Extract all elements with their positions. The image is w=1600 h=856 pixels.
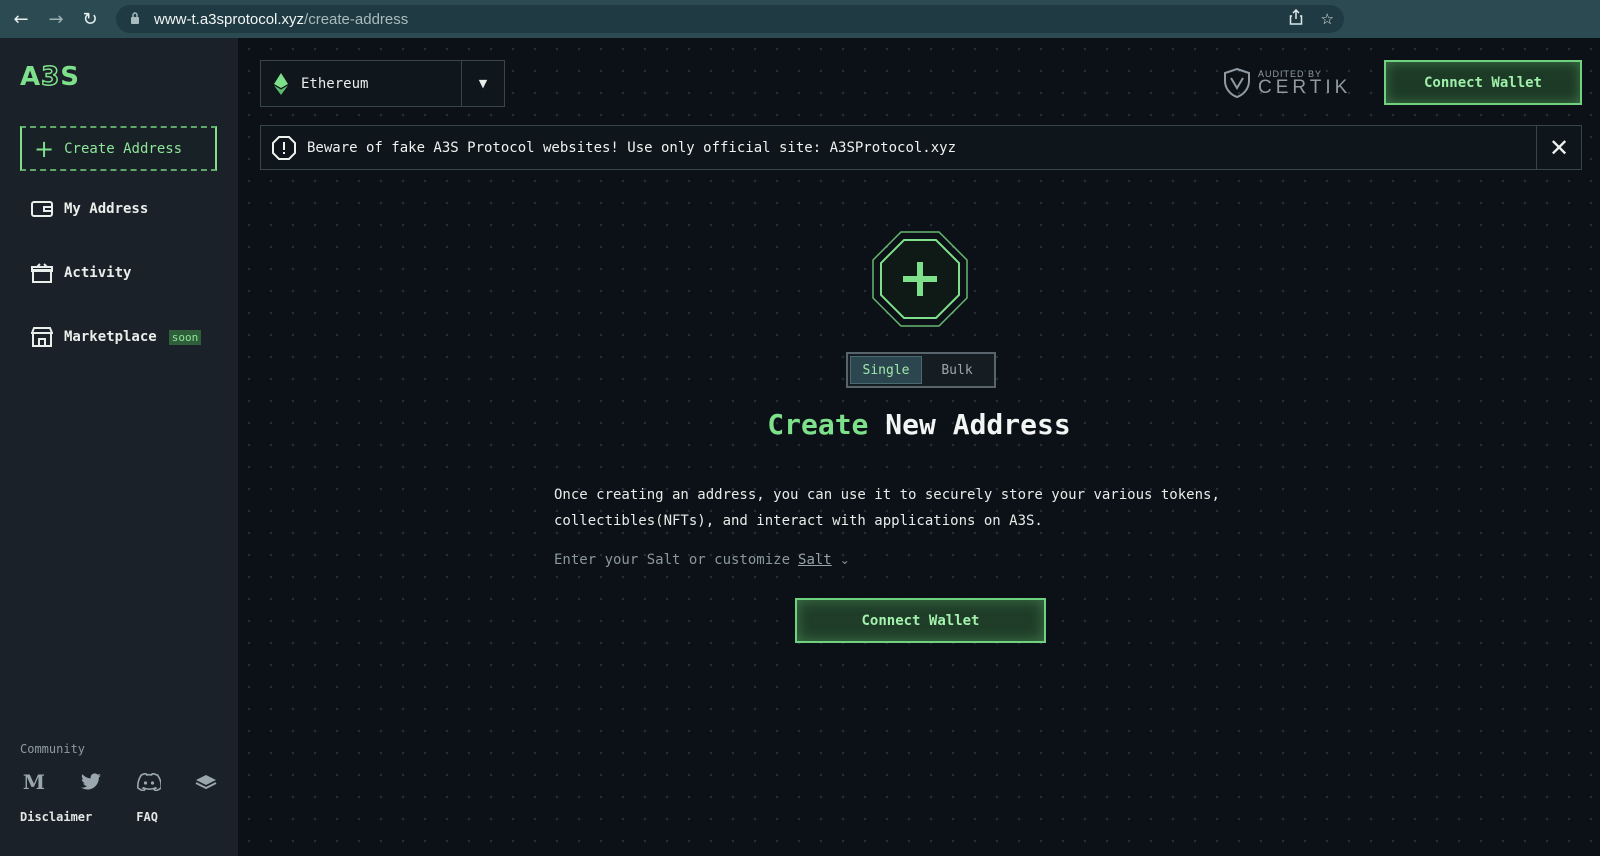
forward-icon[interactable]: → [43, 6, 69, 32]
main-content: Ethereum ▼ AUDITED BY CERTIK Connect Wal… [238, 38, 1600, 856]
discord-icon[interactable] [135, 768, 163, 796]
plus-icon: + [34, 134, 55, 163]
bookmark-star-icon[interactable]: ☆ [1321, 10, 1334, 28]
sidebar-item-label: My Address [64, 201, 149, 217]
salt-customize-row[interactable]: Enter your Salt or customize Salt ⌄ [554, 552, 850, 568]
back-icon[interactable]: ← [8, 6, 34, 32]
salt-link[interactable]: Salt [798, 552, 832, 568]
url-path: /create-address [304, 10, 409, 28]
faq-link[interactable]: FAQ [136, 810, 158, 824]
address-bar[interactable]: www-t.a3sprotocol.xyz/create-address ☆ [116, 5, 1344, 33]
tab-bulk[interactable]: Bulk [922, 356, 992, 384]
wallet-icon [30, 198, 54, 220]
network-name: Ethereum [301, 75, 369, 92]
certik-audit-badge[interactable]: AUDITED BY CERTIK [1224, 66, 1354, 100]
sidebar: A3S + Create Address My Address Activity… [0, 38, 238, 856]
warning-message: Beware of fake A3S Protocol websites! Us… [307, 139, 957, 156]
connect-wallet-button-header[interactable]: Connect Wallet [1384, 60, 1582, 105]
close-icon[interactable]: ✕ [1536, 126, 1581, 169]
chevron-down-icon[interactable]: ⌄ [840, 553, 850, 567]
sidebar-item-activity[interactable]: Activity [30, 262, 131, 284]
sidebar-footer-links: Disclaimer FAQ [20, 810, 158, 824]
certik-label: CERTIK [1258, 77, 1352, 98]
reload-icon[interactable]: ↻ [77, 6, 103, 32]
medium-icon[interactable]: M [20, 768, 48, 796]
social-links: M [20, 768, 220, 796]
a3s-logo[interactable]: A3S [20, 61, 80, 93]
salt-prompt: Enter your Salt or customize [554, 552, 791, 568]
certik-shield-icon [1224, 68, 1250, 98]
gitbook-icon[interactable] [192, 768, 220, 796]
sidebar-item-label: Marketplace [64, 329, 157, 345]
create-address-emblem-icon [872, 231, 968, 327]
tab-single[interactable]: Single [850, 356, 922, 384]
store-icon [30, 326, 54, 348]
browser-toolbar: ← → ↻ www-t.a3sprotocol.xyz/create-addre… [0, 0, 1600, 38]
soon-badge: soon [168, 329, 202, 345]
url-host: www-t.a3sprotocol.xyz [154, 10, 305, 28]
chevron-down-icon[interactable]: ▼ [461, 61, 504, 106]
sidebar-item-my-address[interactable]: My Address [30, 198, 148, 220]
ethereum-icon [261, 72, 301, 95]
connect-wallet-button[interactable]: Connect Wallet [795, 598, 1046, 643]
network-select[interactable]: Ethereum ▼ [260, 60, 505, 107]
sidebar-item-label: Activity [64, 265, 132, 281]
lock-icon [130, 11, 144, 27]
warning-banner: Beware of fake A3S Protocol websites! Us… [260, 125, 1582, 170]
share-icon[interactable] [1289, 8, 1303, 29]
create-address-button[interactable]: + Create Address [20, 126, 217, 171]
page-title: Create New Address [767, 408, 1071, 441]
twitter-icon[interactable] [77, 768, 105, 796]
single-bulk-toggle: Single Bulk [846, 352, 996, 388]
sidebar-item-marketplace[interactable]: Marketplace soon [30, 326, 202, 348]
disclaimer-link[interactable]: Disclaimer [20, 810, 92, 824]
warning-icon [261, 135, 307, 160]
community-label: Community [20, 742, 86, 756]
gift-icon [30, 262, 54, 284]
page-description: Once creating an address, you can use it… [554, 487, 1220, 529]
create-address-label: Create Address [64, 140, 183, 157]
